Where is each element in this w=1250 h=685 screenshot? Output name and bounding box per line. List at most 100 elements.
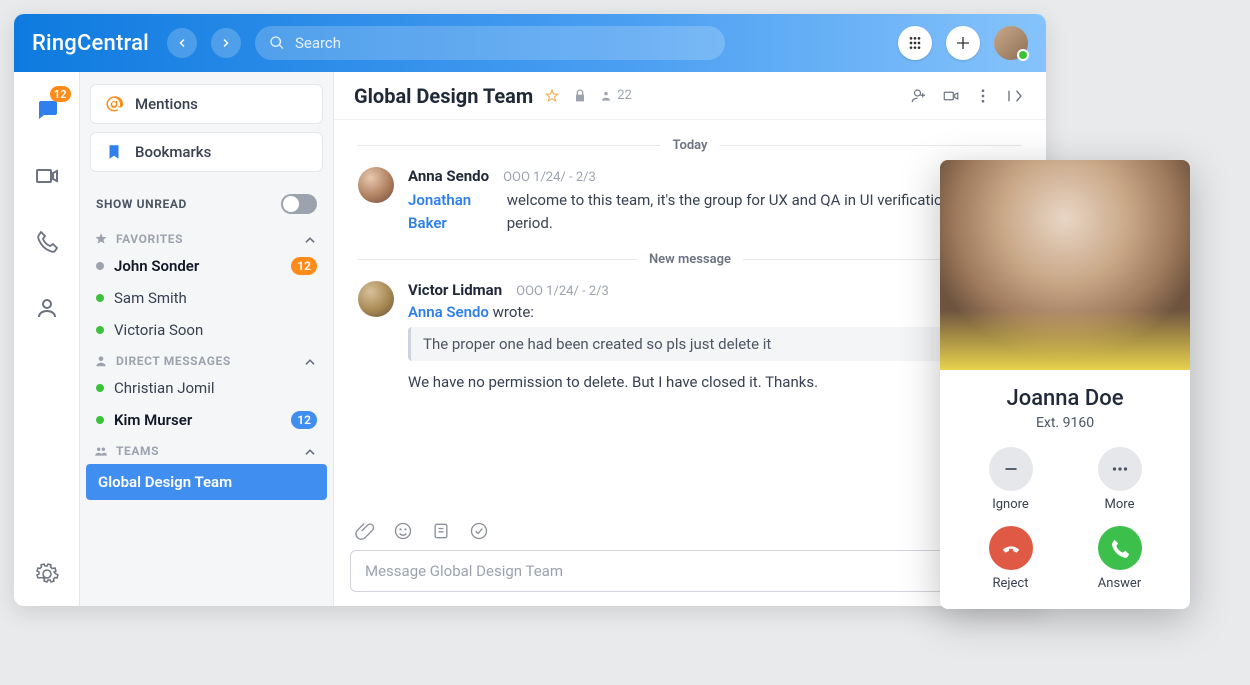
favorite-toggle[interactable]	[543, 87, 561, 105]
contact-victoria-soon[interactable]: Victoria Soon	[90, 314, 323, 346]
nav-rail: 12	[14, 72, 80, 606]
emoji-button[interactable]	[392, 520, 414, 542]
at-icon	[105, 95, 123, 113]
message-meta: OOO 1/24/ - 2/3	[503, 170, 596, 185]
show-unread-toggle[interactable]	[281, 194, 317, 214]
search-input[interactable]	[295, 34, 711, 52]
contact-sam-smith[interactable]: Sam Smith	[90, 282, 323, 314]
contact-john-sonder[interactable]: John Sonder 12	[90, 250, 323, 282]
contact-christian-jomil[interactable]: Christian Jomil	[90, 372, 323, 404]
more-options-button[interactable]	[972, 85, 994, 107]
minus-icon	[1000, 458, 1022, 480]
presence-dot	[96, 384, 104, 392]
sidebar: Mentions Bookmarks SHOW UNREAD FAVORITES…	[80, 72, 334, 606]
bookmark-icon	[105, 143, 123, 161]
message-item: Anna Sendo OOO 1/24/ - 2/3 Jonathan Bake…	[358, 167, 1022, 234]
phone-hangup-icon	[1000, 537, 1022, 559]
contact-icon	[35, 296, 59, 320]
teams-title: TEAMS	[116, 444, 159, 458]
task-button[interactable]	[468, 520, 490, 542]
date-divider: Today	[358, 138, 1022, 153]
show-unread-row: SHOW UNREAD	[90, 180, 323, 224]
bookmarks-link[interactable]: Bookmarks	[90, 132, 323, 172]
mention-link[interactable]: Jonathan Baker	[408, 189, 507, 234]
dialpad-icon	[907, 35, 923, 51]
more-button[interactable]: More	[1085, 447, 1154, 512]
contact-name: Victoria Soon	[114, 321, 317, 339]
quoted-message: The proper one had been created so pls j…	[408, 327, 968, 361]
answer-button[interactable]: Answer	[1085, 526, 1154, 591]
phone-answer-icon	[1109, 537, 1131, 559]
rail-video[interactable]	[27, 156, 67, 196]
presence-dot	[96, 294, 104, 302]
rail-settings[interactable]	[27, 554, 67, 594]
ignore-button[interactable]: Ignore	[976, 447, 1045, 512]
caller-photo	[940, 160, 1190, 370]
people-icon	[599, 89, 613, 103]
dm-title: DIRECT MESSAGES	[116, 354, 231, 368]
member-count[interactable]: 22	[599, 88, 632, 103]
attach-button[interactable]	[354, 520, 376, 542]
chevron-up-icon	[303, 445, 317, 459]
mentions-label: Mentions	[135, 95, 198, 113]
collapse-panel-button[interactable]	[1004, 85, 1026, 107]
message-meta: OOO 1/24/ - 2/3	[516, 284, 609, 299]
composer-input[interactable]	[365, 562, 1015, 580]
search-icon	[269, 35, 285, 51]
profile-avatar[interactable]	[994, 26, 1028, 60]
contact-name: Christian Jomil	[114, 379, 317, 397]
bookmarks-label: Bookmarks	[135, 143, 211, 161]
lock-icon	[571, 87, 589, 105]
reject-button[interactable]: Reject	[976, 526, 1045, 591]
message-item: Victor Lidman OOO 1/24/ - 2/3 Anna Sendo…	[358, 281, 1022, 394]
section-direct-messages[interactable]: DIRECT MESSAGES	[90, 346, 323, 372]
message-avatar[interactable]	[358, 167, 394, 203]
quote-attribution: Anna Sendo wrote:	[408, 303, 1022, 321]
note-button[interactable]	[430, 520, 452, 542]
team-global-design[interactable]: Global Design Team	[86, 464, 327, 500]
caller-name: Joanna Doe	[952, 386, 1178, 411]
presence-dot	[96, 262, 104, 270]
dots-icon	[1109, 458, 1131, 480]
dialpad-button[interactable]	[898, 26, 932, 60]
chat-title: Global Design Team	[354, 84, 533, 108]
plus-icon	[955, 35, 971, 51]
section-teams[interactable]: TEAMS	[90, 436, 323, 462]
incoming-call-card: Joanna Doe Ext. 9160 Ignore More Reject …	[940, 160, 1190, 609]
app-body: 12 Mentions Bookmarks	[14, 72, 1046, 606]
team-name: Global Design Team	[98, 473, 232, 491]
contact-kim-murser[interactable]: Kim Murser 12	[90, 404, 323, 436]
start-video-button[interactable]	[940, 85, 962, 107]
team-icon	[94, 444, 108, 458]
brand-logo: RingCentral	[32, 31, 149, 56]
rail-contacts[interactable]	[27, 288, 67, 328]
add-button[interactable]	[946, 26, 980, 60]
search-field[interactable]	[255, 26, 725, 60]
mentions-link[interactable]: Mentions	[90, 84, 323, 124]
new-message-divider: New message	[358, 252, 1022, 267]
message-author: Victor Lidman	[408, 281, 502, 299]
section-favorites[interactable]: FAVORITES	[90, 224, 323, 250]
presence-dot	[96, 416, 104, 424]
rail-phone[interactable]	[27, 222, 67, 262]
phone-icon	[35, 230, 59, 254]
nav-forward-button[interactable]	[211, 28, 241, 58]
add-member-button[interactable]	[908, 85, 930, 107]
message-author: Anna Sendo	[408, 167, 489, 185]
chevron-left-icon	[176, 37, 188, 49]
message-avatar[interactable]	[358, 281, 394, 317]
rail-messages-badge: 12	[50, 86, 71, 102]
presence-indicator	[1017, 49, 1029, 61]
emoji-icon	[393, 521, 413, 541]
favorites-title: FAVORITES	[116, 232, 183, 246]
nav-back-button[interactable]	[167, 28, 197, 58]
message-body: Jonathan Baker welcome to this team, it'…	[408, 189, 968, 234]
star-icon	[94, 232, 108, 246]
rail-messages[interactable]: 12	[27, 90, 67, 130]
composer[interactable]	[350, 550, 1030, 592]
message-body: We have no permission to delete. But I h…	[408, 371, 968, 394]
caller-extension: Ext. 9160	[952, 415, 1178, 431]
topbar: RingCentral	[14, 14, 1046, 72]
video-icon	[35, 164, 59, 188]
unread-badge: 12	[291, 411, 317, 429]
